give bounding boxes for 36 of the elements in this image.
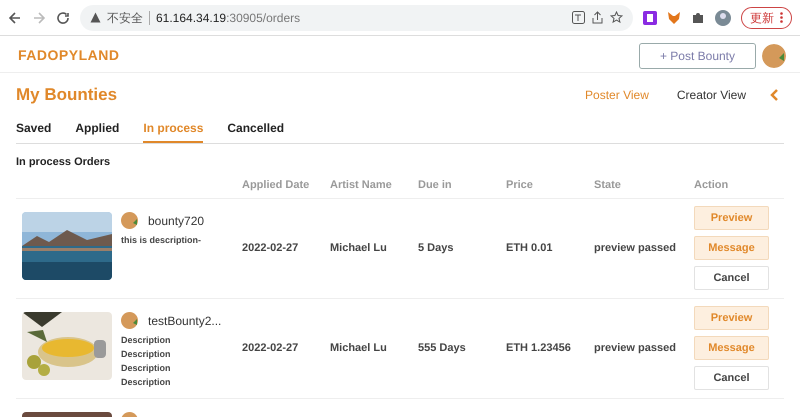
view-link[interactable]: Creator View bbox=[676, 86, 746, 104]
tab[interactable]: Applied bbox=[75, 119, 120, 143]
table-cell-text: ETH 1.23456 bbox=[506, 340, 572, 356]
bounty-description: Description bbox=[121, 348, 172, 360]
column-header: Price bbox=[506, 178, 534, 193]
bounty-description: Description bbox=[121, 362, 172, 374]
column-header: Due in bbox=[418, 178, 453, 193]
address-bar[interactable]: 不安全 61.164.34.19:30905/orders bbox=[80, 4, 633, 30]
page-title: My Bounties bbox=[16, 84, 118, 106]
post-bounty-button[interactable]: + Post Bounty bbox=[638, 42, 756, 68]
column-header: State bbox=[594, 178, 622, 193]
table-cell-text: 555 Days bbox=[418, 340, 467, 356]
table-cell-text: Michael Lu bbox=[330, 240, 388, 256]
url-text: 61.164.34.19:30905/orders bbox=[156, 10, 300, 26]
bounty-description: Description bbox=[121, 376, 172, 388]
table-cell-text: 2022-02-27 bbox=[242, 240, 300, 256]
security-label: 不安全 bbox=[107, 10, 143, 26]
bounty-title[interactable]: bounty720 bbox=[148, 212, 204, 230]
table-cell-text: preview passed bbox=[594, 340, 677, 356]
table-cell-text: ETH 0.01 bbox=[506, 240, 554, 256]
table-cell-text: Michael Lu bbox=[330, 340, 388, 356]
section-title: In process Orders bbox=[16, 155, 112, 170]
table-cell-text: 2022-02-27 bbox=[242, 340, 300, 356]
column-header: Applied Date bbox=[242, 178, 310, 193]
update-button[interactable]: 更新 bbox=[741, 6, 792, 28]
action-button[interactable]: Cancel bbox=[694, 366, 769, 390]
bounty-title[interactable]: testBounty2... bbox=[148, 312, 222, 330]
tab[interactable]: Cancelled bbox=[227, 119, 284, 143]
column-header: Artist Name bbox=[330, 178, 393, 193]
bounty-description: Description bbox=[121, 334, 172, 346]
bounty-description: this is description- bbox=[121, 234, 202, 246]
table-cell-text: 5 Days bbox=[418, 240, 454, 256]
action-button[interactable]: Cancel bbox=[694, 266, 769, 290]
column-header: Action bbox=[694, 178, 730, 193]
table-cell-text: preview passed bbox=[594, 240, 677, 256]
tab[interactable]: Saved bbox=[16, 119, 52, 143]
